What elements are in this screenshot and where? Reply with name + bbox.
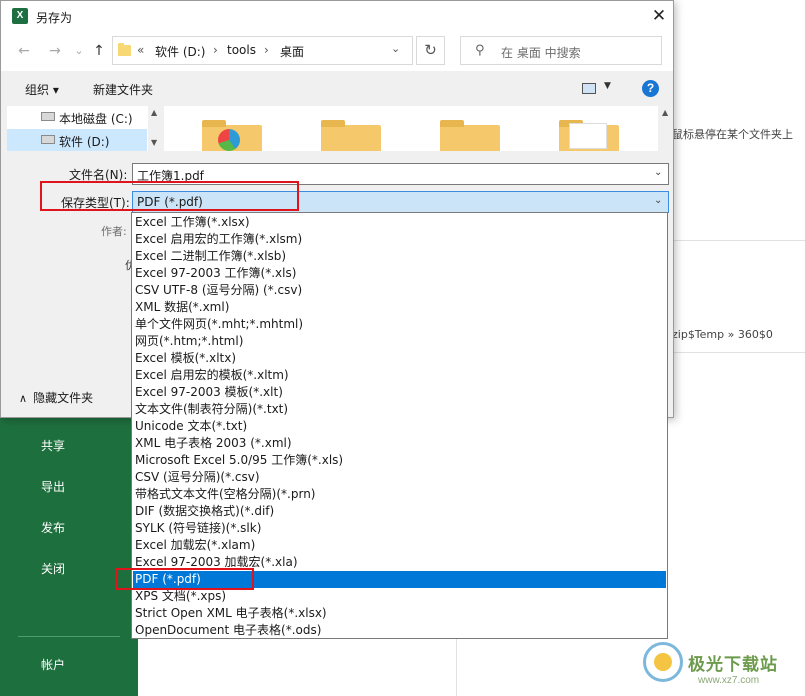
tree-scrollbar[interactable]: ▲ ▼ (148, 106, 163, 151)
dropdown-option[interactable]: Excel 加载宏(*.xlam) (133, 537, 666, 554)
breadcrumb-desktop[interactable]: 桌面 (280, 43, 304, 60)
dialog-title: 另存为 (36, 11, 73, 25)
dropdown-option[interactable]: Excel 启用宏的模板(*.xltm) (133, 367, 666, 384)
app-logo-icon (218, 129, 240, 151)
divider (672, 240, 805, 241)
refresh-icon[interactable]: ↻ (416, 36, 445, 65)
dropdown-option[interactable]: Excel 工作簿(*.xlsx) (133, 214, 666, 231)
breadcrumb-overflow[interactable]: « (137, 43, 144, 57)
recent-path-text[interactable]: zip$Temp » 360$0 (672, 328, 773, 341)
nav-share[interactable]: 共享 (41, 437, 65, 454)
search-icon: ⚲ (475, 43, 485, 58)
chevron-down-icon[interactable]: ⌄ (391, 42, 400, 55)
address-bar[interactable]: « 软件 (D:) › tools › 桌面 ⌄ (112, 36, 413, 65)
drive-icon (41, 112, 55, 121)
chevron-down-icon[interactable]: ⌄ (654, 167, 662, 178)
dropdown-option[interactable]: DIF (数据交换格式)(*.dif) (133, 503, 666, 520)
file-view-scrollbar[interactable]: ▲ (658, 106, 673, 151)
watermark-url: www.xz7.com (698, 675, 760, 686)
help-icon[interactable]: ? (642, 80, 659, 97)
dropdown-option[interactable]: Strict Open XML 电子表格(*.xlsx) (133, 605, 666, 622)
dropdown-option[interactable]: XPS 文档(*.xps) (133, 588, 666, 605)
nav-publish[interactable]: 发布 (41, 519, 65, 536)
divider (672, 352, 805, 353)
dropdown-option[interactable]: XML 电子表格 2003 (*.xml) (133, 435, 666, 452)
dropdown-option[interactable]: 网页(*.htm;*.html) (133, 333, 666, 350)
dropdown-option[interactable]: XML 数据(*.xml) (133, 299, 666, 316)
folder-icon[interactable] (440, 120, 500, 151)
up-arrow-icon[interactable]: ↑ (90, 41, 108, 61)
recent-locations-chevron-icon[interactable]: ⌄ (70, 41, 88, 61)
tree-item-d-drive-label: 软件 (D:) (59, 135, 110, 149)
folder-icon[interactable] (559, 120, 619, 151)
organize-button[interactable]: 组织 ▾ (25, 81, 59, 98)
back-arrow-icon[interactable]: ← (15, 41, 33, 61)
search-placeholder: 在 桌面 中搜索 (501, 46, 581, 60)
excel-icon: X (12, 8, 28, 24)
hide-folders-toggle[interactable]: ∧ 隐藏文件夹 (19, 389, 93, 406)
folder-icon[interactable] (321, 120, 381, 151)
dropdown-option[interactable]: CSV UTF-8 (逗号分隔) (*.csv) (133, 282, 666, 299)
hover-hint-text: 鼠标悬停在某个文件夹上 (672, 128, 793, 141)
dropdown-option[interactable]: SYLK (符号链接)(*.slk) (133, 520, 666, 537)
annotation-highlight-pdf-option (115, 568, 254, 590)
nav-close[interactable]: 关闭 (41, 560, 65, 577)
watermark-text: 极光下载站 (688, 655, 778, 675)
hide-folders-label: 隐藏文件夹 (33, 391, 94, 405)
document-preview-icon (569, 123, 607, 149)
chevron-down-icon[interactable]: ⌄ (654, 195, 662, 206)
annotation-highlight-save-type (40, 181, 299, 211)
dropdown-option[interactable]: Excel 二进制工作簿(*.xlsb) (133, 248, 666, 265)
drive-icon (41, 135, 55, 144)
folder-icon[interactable] (202, 120, 262, 151)
breadcrumb-separator: › (213, 43, 218, 57)
dropdown-option[interactable]: Excel 97-2003 工作簿(*.xls) (133, 265, 666, 282)
chevron-up-icon: ∧ (19, 392, 28, 405)
dialog-titlebar[interactable]: X 另存为 ✕ (1, 1, 673, 31)
view-dropdown-icon[interactable]: ▼ (604, 81, 611, 91)
nav-account[interactable]: 帐户 (41, 656, 65, 673)
folder-icon (118, 43, 131, 56)
watermark-logo-icon (643, 642, 683, 682)
author-label: 作者: (101, 225, 127, 238)
scroll-up-icon[interactable]: ▲ (151, 108, 157, 117)
dropdown-option[interactable]: Excel 模板(*.xltx) (133, 350, 666, 367)
file-view (164, 106, 658, 151)
scroll-up-icon[interactable]: ▲ (662, 108, 668, 117)
nav-divider (18, 636, 120, 637)
dropdown-option[interactable]: OpenDocument 电子表格(*.ods) (133, 622, 666, 639)
dropdown-option[interactable]: Unicode 文本(*.txt) (133, 418, 666, 435)
view-options-icon[interactable] (582, 83, 596, 94)
dropdown-option[interactable]: CSV (逗号分隔)(*.csv) (133, 469, 666, 486)
breadcrumb-drive[interactable]: 软件 (D:) (155, 43, 205, 60)
dropdown-option[interactable]: 文本文件(制表符分隔)(*.txt) (133, 401, 666, 418)
scroll-down-icon[interactable]: ▼ (151, 138, 157, 147)
forward-arrow-icon[interactable]: → (46, 41, 64, 61)
dialog-toolbar: 组织 ▾ 新建文件夹 ▼ ? (1, 71, 673, 105)
dropdown-option[interactable]: 单个文件网页(*.mht;*.mhtml) (133, 316, 666, 333)
new-folder-button[interactable]: 新建文件夹 (93, 81, 153, 98)
breadcrumb-separator: › (264, 43, 269, 57)
navigation-tree: 本地磁盘 (C:) 软件 (D:) ▲ ▼ (7, 106, 163, 151)
nav-export[interactable]: 导出 (41, 478, 65, 495)
dropdown-option[interactable]: Excel 97-2003 模板(*.xlt) (133, 384, 666, 401)
dropdown-option[interactable]: 带格式文本文件(空格分隔)(*.prn) (133, 486, 666, 503)
navigation-bar: ← → ⌄ ↑ « 软件 (D:) › tools › 桌面 ⌄ ↻ ⚲ 在 桌… (1, 31, 673, 71)
tree-item-c-drive[interactable]: 本地磁盘 (C:) (59, 110, 133, 127)
dropdown-option[interactable]: Microsoft Excel 5.0/95 工作簿(*.xls) (133, 452, 666, 469)
breadcrumb-tools[interactable]: tools (227, 43, 256, 57)
search-input[interactable]: ⚲ 在 桌面 中搜索 (460, 36, 662, 65)
close-icon[interactable]: ✕ (649, 5, 669, 27)
dropdown-option[interactable]: Excel 启用宏的工作簿(*.xlsm) (133, 231, 666, 248)
